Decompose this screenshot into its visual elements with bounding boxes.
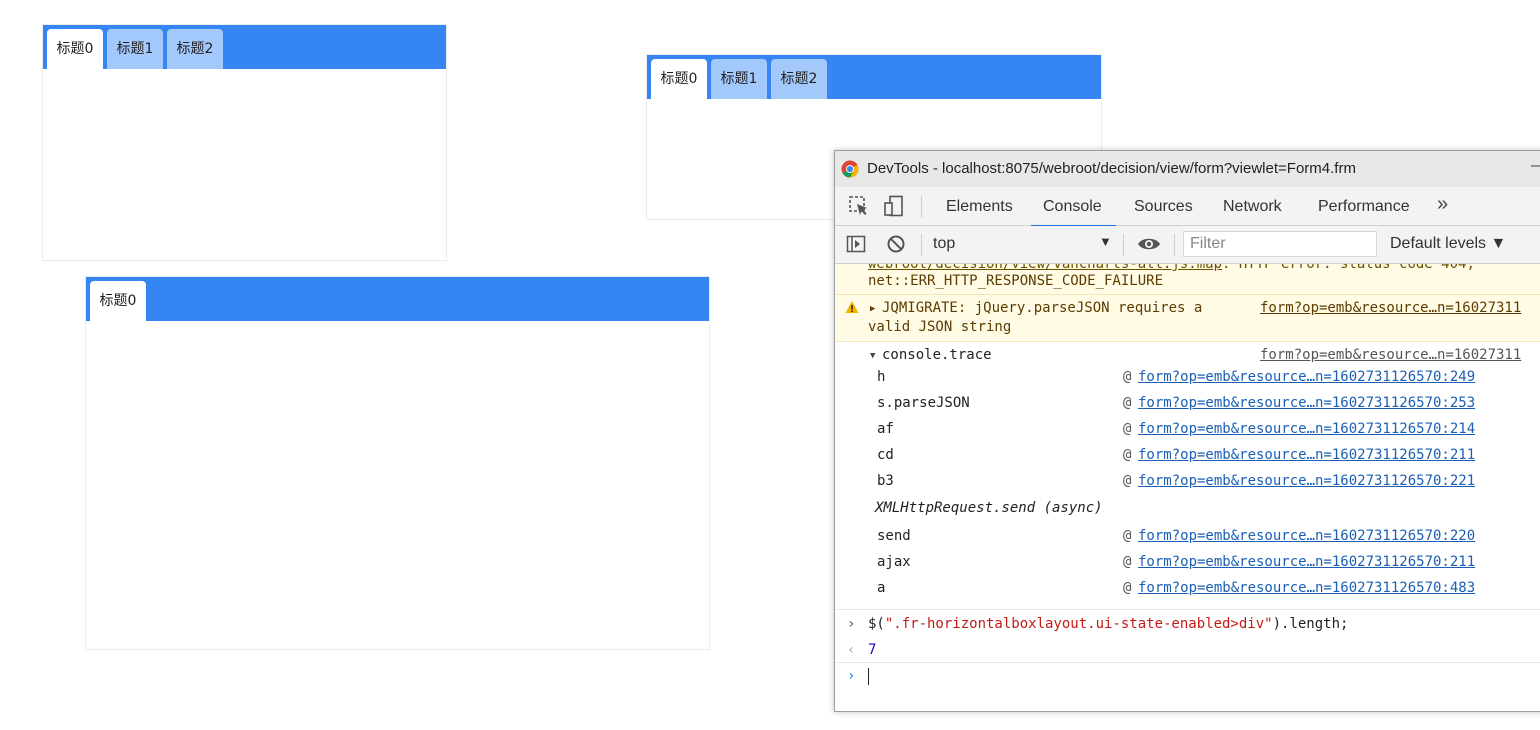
result-arrow-icon: ‹ [847, 642, 856, 658]
collapse-arrow-icon[interactable]: ▼ [870, 351, 875, 361]
divider [921, 196, 922, 218]
warning-icon [845, 301, 859, 313]
frame-function: ajax [877, 554, 911, 570]
frame-source-link[interactable]: form?op=emb&resource…n=1602731126570:221 [1138, 473, 1475, 489]
stack-frame: send @ form?op=emb&resource…n=160273112657… [835, 525, 1540, 551]
log-levels-dropdown[interactable]: Default levels ▼ [1390, 235, 1506, 253]
frame-source-link[interactable]: form?op=emb&resource…n=1602731126570:214 [1138, 421, 1475, 437]
tab-widget-3: 标题0 [85, 276, 710, 650]
tab-bar: 标题0 标题1 标题2 [43, 25, 446, 69]
warning-message: ▶ JQMIGRATE: jQuery.parseJSON requires a… [835, 295, 1540, 342]
async-boundary: XMLHttpRequest.send (async) [835, 500, 1540, 526]
context-selector[interactable]: top [933, 235, 955, 253]
stack-frame: af @ form?op=emb&resource…n=1602731126570:… [835, 418, 1540, 444]
stack-frame: ajax @ form?op=emb&resource…n=160273112657… [835, 551, 1540, 577]
input-chevron-icon: › [847, 616, 856, 632]
frame-source-link[interactable]: form?op=emb&resource…n=1602731126570:249 [1138, 369, 1475, 385]
at-symbol: @ [1123, 554, 1132, 570]
at-symbol: @ [1123, 473, 1132, 489]
devtools-window: DevTools - localhost:8075/webroot/decisi… [834, 150, 1540, 712]
console-output: webroot/decision/view/vancharts-all.js.m… [835, 264, 1540, 711]
frame-source-link[interactable]: form?op=emb&resource…n=1602731126570:211 [1138, 447, 1475, 463]
tab-sources[interactable]: Sources [1134, 198, 1193, 216]
stack-frame: s.parseJSON @ form?op=emb&resource…n=16027… [835, 392, 1540, 418]
frame-function: cd [877, 447, 894, 463]
dropdown-arrow-icon[interactable]: ▼ [1099, 234, 1112, 249]
source-link[interactable]: form?op=emb&resource…n=16027311 [1260, 300, 1521, 316]
chrome-logo-icon [841, 160, 859, 178]
frame-function: h [877, 369, 886, 385]
console-prompt[interactable]: › [835, 666, 1540, 690]
clear-console-icon[interactable] [886, 234, 906, 254]
expand-arrow-icon[interactable]: ▶ [870, 304, 875, 314]
tab-title-1[interactable]: 标题1 [107, 29, 163, 69]
warning-text: JQMIGRATE: jQuery.parseJSON requires a [882, 300, 1203, 316]
trace-header: ▼ console.trace form?op=emb&resource…n=1… [835, 342, 1540, 366]
frame-source-link[interactable]: form?op=emb&resource…n=1602731126570:483 [1138, 580, 1475, 596]
stack-frame: b3 @ form?op=emb&resource…n=1602731126570:… [835, 470, 1540, 496]
sourcemap-link[interactable]: webroot/decision/view/vancharts-all.js.m… [868, 264, 1222, 272]
sidebar-toggle-icon[interactable] [846, 234, 866, 254]
frame-function: a [877, 580, 886, 596]
panel-tab-bar: Elements Console Sources Network Perform… [835, 187, 1540, 228]
tab-performance[interactable]: Performance [1318, 198, 1410, 216]
tab-title-0[interactable]: 标题0 [651, 59, 707, 99]
tab-title-0[interactable]: 标题0 [90, 281, 146, 321]
frame-function: b3 [877, 473, 894, 489]
at-symbol: @ [1123, 369, 1132, 385]
async-label: XMLHttpRequest.send (async) [875, 500, 1103, 516]
tab-elements[interactable]: Elements [946, 198, 1013, 216]
live-expression-eye-icon[interactable] [1137, 235, 1161, 253]
divider [1123, 234, 1124, 256]
divider [835, 662, 1540, 663]
command-text: $(".fr-horizontalboxlayout.ui-state-enab… [868, 616, 1349, 632]
divider [921, 234, 922, 256]
command-entry: › $(".fr-horizontalboxlayout.ui-state-en… [835, 614, 1540, 638]
at-symbol: @ [1123, 395, 1132, 411]
device-toolbar-icon[interactable] [883, 195, 905, 217]
error-line: webroot/decision/view/vancharts-all.js.m… [868, 264, 1475, 272]
source-link[interactable]: form?op=emb&resource…n=16027311 [1260, 347, 1521, 363]
inspect-element-icon[interactable] [848, 195, 870, 217]
tab-title-1[interactable]: 标题1 [711, 59, 767, 99]
divider [1174, 234, 1175, 256]
frame-function: send [877, 528, 911, 544]
devtools-titlebar: DevTools - localhost:8075/webroot/decisi… [835, 151, 1540, 187]
error-line: net::ERR_HTTP_RESPONSE_CODE_FAILURE [868, 273, 1164, 289]
tab-title-2[interactable]: 标题2 [167, 29, 223, 69]
tab-network[interactable]: Network [1223, 198, 1282, 216]
frame-source-link[interactable]: form?op=emb&resource…n=1602731126570:211 [1138, 554, 1475, 570]
frame-source-link[interactable]: form?op=emb&resource…n=1602731126570:220 [1138, 528, 1475, 544]
filter-input[interactable]: Filter [1183, 231, 1377, 257]
at-symbol: @ [1123, 421, 1132, 437]
prompt-chevron-icon: › [847, 668, 856, 684]
at-symbol: @ [1123, 580, 1132, 596]
error-text: : HTTP error: status code 404, [1222, 264, 1475, 272]
frame-function: af [877, 421, 894, 437]
window-title: DevTools - localhost:8075/webroot/decisi… [867, 160, 1356, 177]
more-tabs-icon[interactable]: » [1437, 193, 1448, 216]
at-symbol: @ [1123, 528, 1132, 544]
tab-bar: 标题0 标题1 标题2 [647, 55, 1101, 99]
minimize-button[interactable]: — [1531, 157, 1540, 175]
stack-frame: cd @ form?op=emb&resource…n=1602731126570:… [835, 444, 1540, 470]
error-message: webroot/decision/view/vancharts-all.js.m… [835, 264, 1540, 295]
trace-label: console.trace [882, 347, 992, 363]
tab-title-0[interactable]: 标题0 [47, 29, 103, 69]
tab-bar: 标题0 [86, 277, 709, 321]
prompt-input[interactable] [868, 668, 869, 685]
tab-console[interactable]: Console [1031, 198, 1116, 228]
at-symbol: @ [1123, 447, 1132, 463]
result-value: 7 [868, 642, 877, 658]
divider [835, 609, 1540, 610]
stack-frame: a @ form?op=emb&resource…n=1602731126570:4… [835, 577, 1540, 603]
frame-source-link[interactable]: form?op=emb&resource…n=1602731126570:253 [1138, 395, 1475, 411]
frame-function: s.parseJSON [877, 395, 970, 411]
stack-frame: h @ form?op=emb&resource…n=1602731126570:2… [835, 366, 1540, 392]
tab-widget-1: 标题0 标题1 标题2 [42, 24, 447, 261]
tab-title-2[interactable]: 标题2 [771, 59, 827, 99]
console-toolbar: top ▼ Filter Default levels ▼ [835, 226, 1540, 264]
command-result: ‹ 7 [835, 640, 1540, 664]
warning-text: valid JSON string [868, 319, 1012, 335]
